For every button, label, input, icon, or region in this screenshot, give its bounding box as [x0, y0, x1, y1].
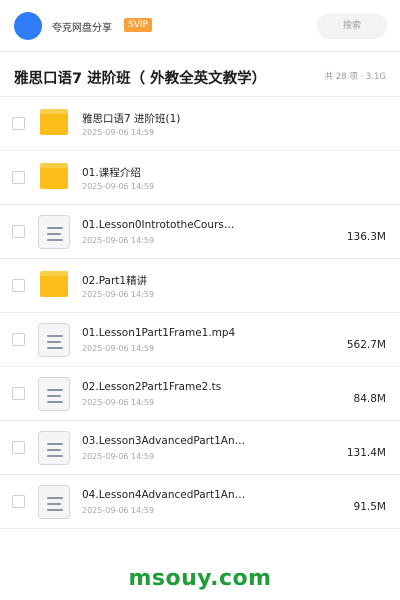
file-name[interactable]: 04.Lesson4AdvancedPart1An… [82, 489, 322, 501]
search-input[interactable]: 搜索 [317, 13, 387, 39]
file-icon [38, 431, 70, 465]
file-list: 雅思口语7 进阶班(1) 2025-09-06 14:59 01.课程介绍 2025-… [0, 97, 400, 529]
select-checkbox[interactable] [12, 333, 25, 346]
file-icon [38, 323, 70, 357]
select-checkbox[interactable] [12, 117, 25, 130]
svip-badge: SVIP [124, 18, 152, 32]
folder-icon [40, 109, 68, 135]
file-name[interactable]: 雅思口语7 进阶班(1) [82, 111, 322, 126]
file-row[interactable]: 01.Lesson1Part1Frame1.mp4 2025-09-06 14:5… [0, 313, 400, 367]
file-name[interactable]: 01.Lesson0IntrototheCours… [82, 219, 322, 231]
watermark: msouy.com [128, 566, 272, 591]
folder-icon [40, 163, 68, 189]
file-row[interactable]: 01.课程介绍 2025-09-06 14:59 [0, 151, 400, 205]
file-icon [38, 215, 70, 249]
file-date: 2025-09-06 14:59 [82, 344, 155, 353]
folder-summary: 共 28 项 · 3.1G [324, 72, 386, 82]
file-date: 2025-09-06 14:59 [82, 398, 155, 407]
file-date: 2025-09-06 14:59 [82, 452, 155, 461]
file-row[interactable]: 04.Lesson4AdvancedPart1An… 2025-09-06 14:… [0, 475, 400, 529]
select-checkbox[interactable] [12, 225, 25, 238]
file-icon [38, 377, 70, 411]
file-name[interactable]: 02.Part1精讲 [82, 273, 322, 288]
file-date: 2025-09-06 14:59 [82, 128, 155, 137]
file-name[interactable]: 01.课程介绍 [82, 165, 322, 180]
file-row[interactable]: 03.Lesson3AdvancedPart1An… 2025-09-06 14:… [0, 421, 400, 475]
select-checkbox[interactable] [12, 279, 25, 292]
select-checkbox[interactable] [12, 441, 25, 454]
file-icon [38, 485, 70, 519]
file-row[interactable]: 雅思口语7 进阶班(1) 2025-09-06 14:59 [0, 97, 400, 151]
file-size: 562.7M [346, 339, 386, 351]
share-header: 夸克网盘分享 SVIP 搜索 [0, 0, 400, 52]
select-checkbox[interactable] [12, 171, 25, 184]
file-date: 2025-09-06 14:59 [82, 182, 155, 191]
file-size: 91.5M [353, 501, 386, 513]
file-date: 2025-09-06 14:59 [82, 236, 155, 245]
file-date: 2025-09-06 14:59 [82, 290, 155, 299]
file-size: 131.4M [346, 447, 386, 459]
file-row[interactable]: 01.Lesson0IntrototheCours… 2025-09-06 14:… [0, 205, 400, 259]
file-date: 2025-09-06 14:59 [82, 506, 155, 515]
select-checkbox[interactable] [12, 387, 25, 400]
page-title: 雅思口语7 进阶班（ 外教全英文教学） [14, 71, 267, 87]
file-size: 84.8M [353, 393, 386, 405]
select-checkbox[interactable] [12, 495, 25, 508]
file-name[interactable]: 03.Lesson3AdvancedPart1An… [82, 435, 322, 447]
folder-icon [40, 271, 68, 297]
app-name: 夸克网盘分享 [52, 23, 112, 34]
file-name[interactable]: 02.Lesson2Part1Frame2.ts [82, 381, 322, 393]
file-size: 136.3M [346, 231, 386, 243]
folder-title-bar: 雅思口语7 进阶班（ 外教全英文教学） 共 28 项 · 3.1G [0, 52, 400, 97]
avatar[interactable] [14, 12, 42, 40]
file-name[interactable]: 01.Lesson1Part1Frame1.mp4 [82, 327, 322, 339]
file-row[interactable]: 02.Lesson2Part1Frame2.ts 2025-09-06 14:59… [0, 367, 400, 421]
file-row[interactable]: 02.Part1精讲 2025-09-06 14:59 [0, 259, 400, 313]
